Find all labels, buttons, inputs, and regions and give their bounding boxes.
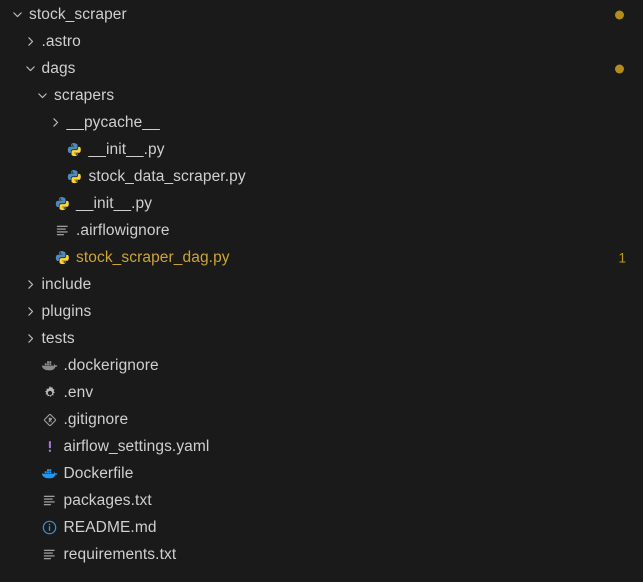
python-file-icon [64,136,86,163]
chevron-down-icon[interactable] [22,55,39,82]
modified-dot-badge [615,64,624,73]
tree-file-row[interactable]: stock_scraper_dag.py 1 [0,244,643,271]
python-file-icon [64,163,86,190]
tree-folder-row[interactable]: tests [0,325,643,352]
git-diamond-icon [39,406,61,433]
tree-file-row[interactable]: packages.txt [0,487,643,514]
text-lines-icon [39,487,61,514]
tree-folder-row[interactable]: scrapers [0,82,643,109]
file-name-label: .env [63,384,94,401]
file-name-label: __init__.py [76,195,153,212]
tree-file-row[interactable]: airflow_settings.yaml [0,433,643,460]
folder-name-label: __pycache__ [66,114,160,131]
tree-folder-row[interactable]: __pycache__ [0,109,643,136]
file-name-label: airflow_settings.yaml [63,438,210,455]
docker-gray-icon [39,352,61,379]
file-name-label: requirements.txt [63,546,177,563]
tree-folder-row[interactable]: .astro [0,28,643,55]
tree-file-row[interactable]: README.md [0,514,643,541]
tree-file-row[interactable]: .airflowignore [0,217,643,244]
file-name-label: .dockerignore [63,357,159,374]
folder-name-label: dags [41,60,76,77]
info-circle-icon [39,514,61,541]
file-name-label: stock_scraper_dag.py [76,249,230,266]
chevron-right-icon[interactable] [22,271,39,298]
chevron-right-icon[interactable] [22,325,39,352]
file-name-label: stock_data_scraper.py [88,168,246,185]
file-name-label: packages.txt [63,492,152,509]
tree-file-row[interactable]: Dockerfile [0,460,643,487]
folder-name-label: tests [41,330,75,347]
tree-file-row[interactable]: .dockerignore [0,352,643,379]
docker-blue-icon [39,460,61,487]
tree-file-row[interactable]: .env [0,379,643,406]
file-explorer-tree[interactable]: stock_scraper .astro dags scrapers __pycache… [0,0,643,582]
chevron-down-icon[interactable] [34,82,51,109]
tree-folder-row[interactable]: include [0,271,643,298]
chevron-right-icon[interactable] [22,298,39,325]
folder-name-label: plugins [41,303,92,320]
tree-file-row[interactable]: requirements.txt [0,541,643,568]
python-file-icon [51,190,73,217]
folder-name-label: stock_scraper [29,6,127,23]
text-lines-icon [39,541,61,568]
tree-folder-row[interactable]: plugins [0,298,643,325]
chevron-down-icon[interactable] [9,1,26,28]
yaml-exclamation-icon [39,433,61,460]
tree-file-row[interactable]: __init__.py [0,190,643,217]
tree-file-row[interactable]: __init__.py [0,136,643,163]
gear-icon [39,379,61,406]
tree-file-row[interactable]: stock_data_scraper.py [0,163,643,190]
chevron-right-icon[interactable] [47,109,64,136]
problem-count-badge: 1 [618,249,626,265]
folder-name-label: include [41,276,92,293]
file-name-label: README.md [63,519,157,536]
text-lines-icon [51,217,73,244]
tree-file-row[interactable]: .gitignore [0,406,643,433]
file-name-label: __init__.py [88,141,165,158]
file-name-label: .gitignore [63,411,129,428]
tree-folder-row[interactable]: dags [0,55,643,82]
modified-dot-badge [615,10,624,19]
tree-folder-row[interactable]: stock_scraper [0,1,643,28]
file-name-label: .airflowignore [76,222,170,239]
folder-name-label: .astro [41,33,81,50]
python-file-icon [51,244,73,271]
folder-name-label: scrapers [54,87,115,104]
chevron-right-icon[interactable] [22,28,39,55]
file-name-label: Dockerfile [63,465,134,482]
